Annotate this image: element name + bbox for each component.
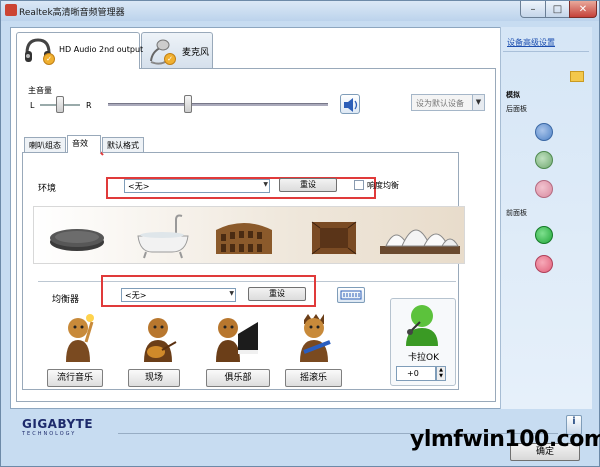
folder-icon[interactable] [570,71,584,82]
chevron-down-icon: ▼ [472,95,484,110]
back-panel-label: 后面板 [506,105,527,113]
window-title: Realtek高清晰音频管理器 [19,8,125,18]
tab-microphone[interactable]: ✓ 麦克风 [141,32,213,68]
front-jack-green[interactable] [535,226,553,244]
balance-slider[interactable] [56,96,64,113]
back-jack-pink[interactable] [535,180,553,198]
speaker-icon [344,98,358,112]
environment-select[interactable]: <无> ▼ [124,179,270,193]
live-figure-icon[interactable] [136,314,180,364]
back-jack-blue[interactable] [535,123,553,141]
analog-label: 模拟 [506,91,520,99]
set-default-device-dropdown[interactable]: 设为默认设备 ▼ [411,94,485,111]
loudness-checkbox[interactable] [354,180,364,190]
title-bar: Realtek高清晰音频管理器 – □ ✕ [1,1,599,21]
karaoke-value-field[interactable]: +0 [396,366,436,381]
minimize-button[interactable]: – [520,1,546,18]
tab-label: HD Audio 2nd output [59,45,144,54]
volume-title: 主音量 [28,86,52,95]
tab-hd-audio-output[interactable]: ✓ HD Audio 2nd output [16,32,144,69]
equalizer-value: <无> [125,291,147,300]
right-panel [500,27,592,409]
chevron-down-icon: ▼ [263,181,268,188]
close-button[interactable]: ✕ [569,1,597,18]
app-icon [5,4,17,16]
pop-music-button[interactable]: 流行音乐 [47,369,103,387]
tab-speaker-config[interactable]: 喇叭组态 [24,137,66,152]
environment-value: <无> [128,182,150,191]
opera-house-preset-icon[interactable] [378,208,462,262]
room-preset-icon[interactable] [306,208,362,262]
karaoke-figure-icon[interactable] [400,302,444,348]
watermark: ylmfwin100.com [410,427,600,452]
balance-left-label: L [30,101,35,110]
balance-right-label: R [86,101,92,110]
karaoke-label: 卡拉OK [408,353,439,363]
equalizer-label: 均衡器 [52,295,80,305]
rock-figure-icon[interactable] [292,312,336,364]
environment-label: 环境 [38,184,57,194]
bathroom-preset-icon[interactable] [132,208,194,262]
karaoke-spinner[interactable]: ▲ ▼ [436,366,446,381]
brand-logo: GIGABYTE [22,417,94,431]
pop-music-figure-icon[interactable] [56,312,100,364]
maximize-button[interactable]: □ [545,1,570,18]
rock-button[interactable]: 摇滚乐 [285,369,342,387]
set-default-device-label: 设为默认设备 [416,99,464,108]
live-button[interactable]: 现场 [128,369,180,387]
tab-default-format[interactable]: 默认格式 [102,137,144,152]
loudness-label: 响度均衡 [367,181,399,190]
equalizer-select[interactable]: <无> ▼ [121,288,236,302]
colosseum-preset-icon[interactable] [212,208,276,262]
chevron-down-icon: ▼ [229,290,234,297]
brand-tagline: TECHNOLOGY [22,431,77,437]
back-jack-green[interactable] [535,151,553,169]
club-figure-icon[interactable] [212,314,262,364]
equalizer-reset-button[interactable]: 重设 [248,287,306,301]
club-button[interactable]: 俱乐部 [206,369,270,387]
volume-slider[interactable] [184,95,192,113]
equalizer-icon [340,290,362,300]
tab-label: 麦克风 [182,48,210,58]
tab-sound-effects[interactable]: 音效 [67,135,101,153]
front-panel-label: 前面板 [506,209,527,217]
environment-reset-button[interactable]: 重设 [279,178,337,192]
mute-button[interactable] [340,94,360,114]
front-jack-pink[interactable] [535,255,553,273]
graphic-eq-button[interactable] [337,287,365,303]
stone-preset-icon[interactable] [46,208,108,262]
check-badge-icon: ✓ [164,53,176,65]
volume-track [108,103,328,106]
right-panel-divider [503,51,589,52]
check-badge-icon: ✓ [43,53,55,65]
advanced-settings-link[interactable]: 设备高级设置 [507,37,555,48]
